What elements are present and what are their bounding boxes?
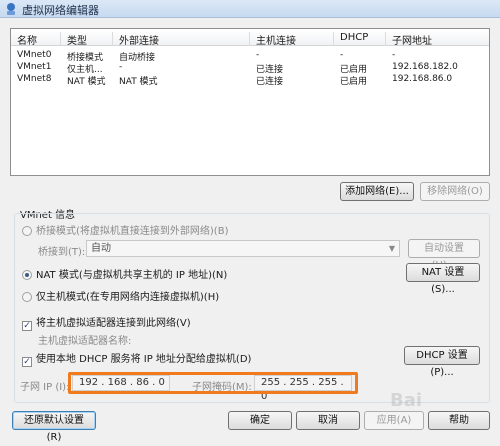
dhcp-checkbox[interactable]: ✓ [22, 357, 32, 367]
host-only-option[interactable]: 仅主机模式(在专用网络内连接虚拟机)(H) [22, 288, 219, 303]
connect-adapter-option[interactable]: ✓ 将主机虚拟适配器连接到此网络(V) [22, 314, 191, 331]
table-row[interactable]: VMnet0 桥接模式 自动桥接 - - - [11, 50, 489, 63]
table-cell: 192.168.182.0 [392, 62, 458, 72]
column-header-dhcp[interactable]: DHCP [334, 32, 386, 46]
subnet-ip-label: 子网 IP (I): [20, 382, 70, 393]
bridge-to-select[interactable]: 自动 ▼ [86, 240, 400, 257]
column-header-name[interactable]: 名称 [11, 32, 61, 47]
cancel-button[interactable]: 取消 [296, 411, 360, 430]
column-header-type[interactable]: 类型 [61, 32, 113, 47]
table-cell: - [340, 50, 344, 60]
ok-button[interactable]: 确定 [228, 411, 292, 430]
connect-adapter-label: 将主机虚拟适配器连接到此网络(V) [36, 318, 191, 329]
remove-network-button[interactable]: 移除网络(O) [420, 182, 490, 201]
dhcp-settings-button[interactable]: DHCP 设置(P)... [404, 346, 480, 378]
table-cell: NAT 模式 [67, 77, 106, 87]
restore-defaults-button[interactable]: 还原默认设置(R) [12, 411, 96, 443]
apply-button[interactable]: 应用(A) [364, 411, 424, 430]
table-cell: VMnet8 [17, 74, 52, 84]
table-cell: - [119, 62, 123, 72]
table-row[interactable]: VMnet8 NAT 模式 NAT 模式 已连接 已启用 192.168.86.… [11, 74, 489, 87]
table-cell: - [392, 50, 396, 60]
window-title: 虚拟网络编辑器 [22, 4, 99, 17]
column-header-subnet[interactable]: 子网地址 [386, 32, 491, 47]
dhcp-label: 使用本地 DHCP 服务将 IP 地址分配给虚拟机(D) [36, 354, 252, 365]
network-list[interactable]: 名称 类型 外部连接 主机连接 DHCP 子网地址 VMnet0 桥接模式 自动… [10, 28, 490, 176]
table-cell: - [256, 50, 260, 60]
connect-adapter-checkbox[interactable]: ✓ [22, 321, 32, 331]
table-cell: VMnet0 [17, 50, 52, 60]
bridge-mode-radio[interactable] [22, 226, 32, 236]
subnet-highlight-box [68, 372, 358, 394]
nat-settings-button[interactable]: NAT 设置(S)... [406, 263, 480, 295]
table-cell: NAT 模式 [119, 77, 158, 87]
nat-mode-option[interactable]: NAT 模式(与虚拟机共享主机的 IP 地址)(N) [22, 266, 227, 281]
network-editor-icon [7, 3, 15, 15]
table-cell: 已连接 [256, 77, 284, 87]
table-header: 名称 类型 外部连接 主机连接 DHCP 子网地址 [11, 29, 491, 47]
bridge-to-value: 自动 [91, 243, 111, 254]
table-cell: 192.168.86.0 [392, 74, 453, 84]
nat-mode-label: NAT 模式(与虚拟机共享主机的 IP 地址)(N) [36, 270, 228, 281]
table-cell: VMnet1 [17, 62, 52, 72]
column-header-external[interactable]: 外部连接 [113, 32, 250, 47]
add-network-button[interactable]: 添加网络(E)... [340, 182, 414, 201]
auto-settings-button[interactable]: 自动设置(U)... [408, 239, 480, 271]
table-row[interactable]: VMnet1 仅主机... - 已连接 已启用 192.168.182.0 [11, 62, 489, 75]
bridge-mode-label: 桥接模式(将虚拟机直接连接到外部网络)(B) [36, 226, 229, 237]
table-cell: 已启用 [340, 77, 368, 87]
title-bar: 虚拟网络编辑器 [0, 0, 500, 18]
bridge-mode-option[interactable]: 桥接模式(将虚拟机直接连接到外部网络)(B) [22, 222, 228, 237]
chevron-down-icon: ▼ [388, 244, 395, 253]
help-button[interactable]: 帮助 [428, 411, 490, 430]
host-only-radio[interactable] [22, 292, 32, 302]
adapter-name-label: 主机虚拟适配器名称: [38, 336, 132, 347]
nat-mode-radio[interactable] [22, 270, 32, 280]
column-header-host[interactable]: 主机连接 [250, 32, 334, 47]
watermark-logo: Bai [390, 390, 423, 411]
bridge-to-label: 桥接到(T): [38, 247, 86, 258]
host-only-label: 仅主机模式(在专用网络内连接虚拟机)(H) [36, 292, 220, 303]
dhcp-option[interactable]: ✓ 使用本地 DHCP 服务将 IP 地址分配给虚拟机(D) [22, 350, 251, 367]
